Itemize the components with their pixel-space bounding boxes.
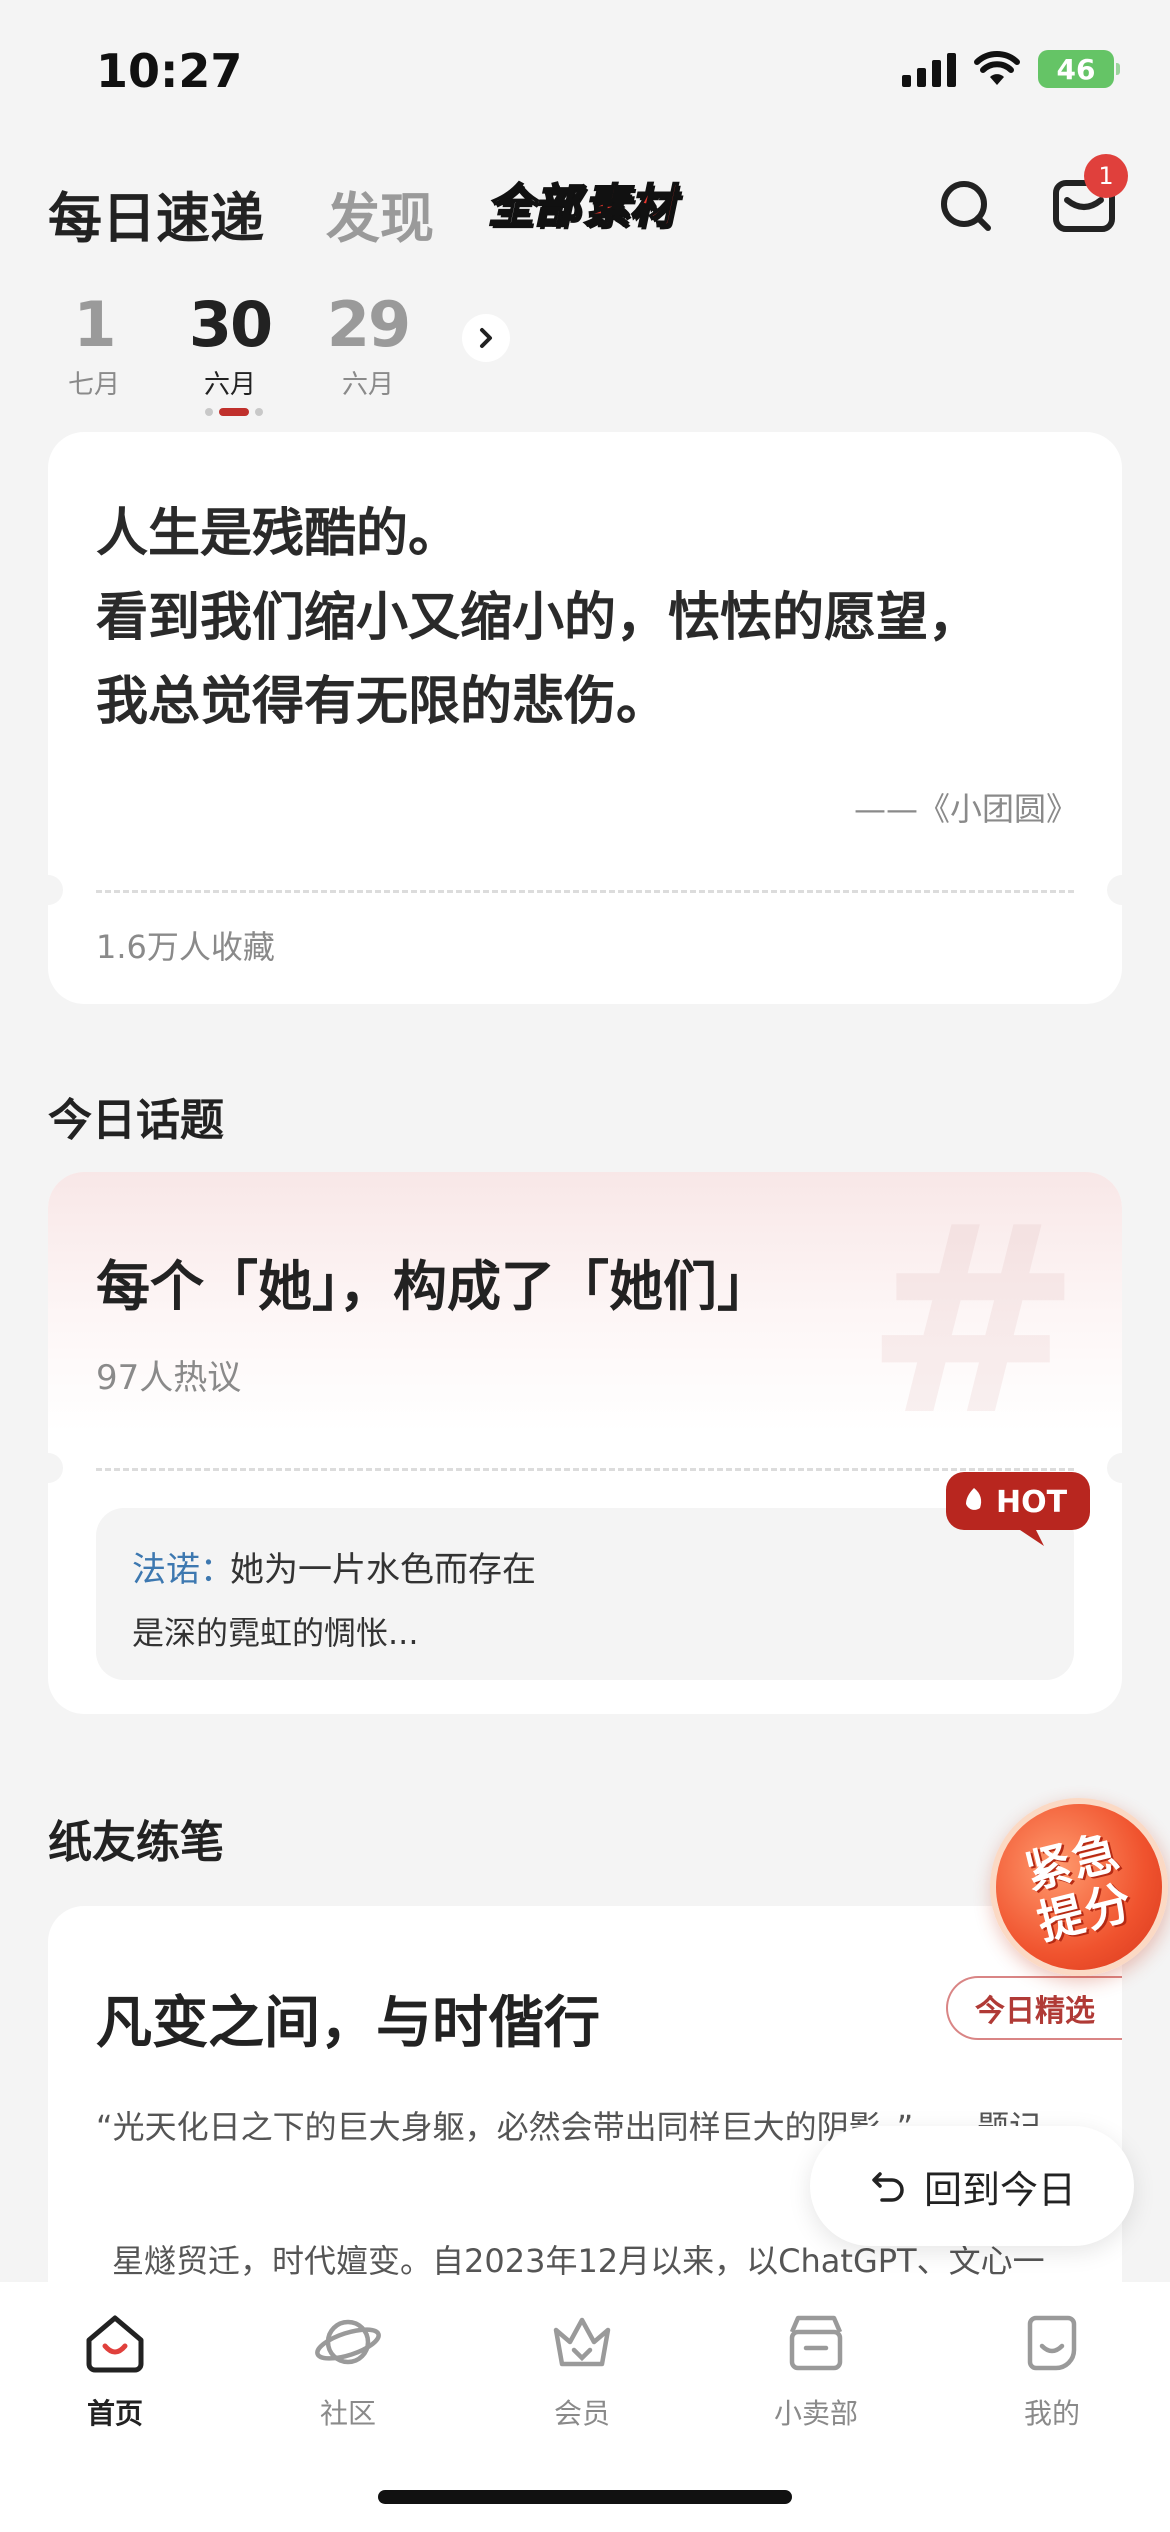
comment-text: 她为一片水色而存在 [230, 1550, 536, 1590]
tab-label: 我的 [1023, 2397, 1080, 2430]
hot-label: HOT [996, 1485, 1068, 1520]
tab-label: 首页 [86, 2397, 143, 2430]
date-selector: 1 七月 30 六月 29 六月 [0, 290, 1170, 420]
back-to-today-button[interactable]: 回到今日 [810, 2126, 1134, 2246]
tab-discover[interactable]: 发现 [326, 174, 434, 253]
search-button[interactable] [928, 168, 1004, 244]
card-notch [1107, 1453, 1122, 1483]
tab-label: 会员 [553, 2397, 610, 2430]
wifi-icon [974, 51, 1020, 85]
quote-line: 我总觉得有无限的悲伤。 [96, 671, 669, 732]
section-title-practice: 纸友练笔 [48, 1817, 224, 1868]
hot-badge: HOT [946, 1472, 1090, 1546]
notification-badge: 1 [1084, 154, 1128, 198]
divider [96, 1468, 1074, 1471]
tab-community[interactable]: 社区 [268, 2306, 428, 2432]
profile-icon [1027, 2315, 1077, 2371]
next-dates-button[interactable] [462, 314, 510, 362]
planet-icon [315, 2319, 381, 2365]
tab-membership[interactable]: 会员 [502, 2306, 662, 2432]
date-month: 六月 [341, 370, 394, 400]
hash-icon: # [864, 1172, 1082, 1473]
undo-icon [872, 2172, 904, 2202]
tab-label: 小卖部 [773, 2397, 858, 2430]
home-icon [86, 2315, 144, 2373]
back-to-today-label: 回到今日 [923, 2167, 1076, 2212]
cellular-signal-icon [902, 51, 956, 87]
date-day: 29 [326, 288, 411, 361]
tab-label: 社区 [319, 2397, 376, 2430]
quote-line: 人生是残酷的。 [96, 503, 461, 564]
status-icons: 46 [902, 50, 1120, 88]
section-title-topic: 今日话题 [48, 1095, 224, 1146]
tab-daily-express[interactable]: 每日速递 [48, 174, 264, 253]
battery-level: 46 [1056, 52, 1096, 86]
date-day: 30 [188, 288, 273, 361]
inbox-button[interactable]: 1 [1046, 154, 1128, 244]
comment-author[interactable]: 法诺： [132, 1542, 234, 1591]
topic-title: 每个「她」，构成了「她们」 [96, 1254, 771, 1318]
date-item[interactable]: 1 七月 [44, 290, 144, 401]
card-notch [48, 875, 63, 905]
tab-home[interactable]: 首页 [35, 2306, 195, 2432]
divider [96, 890, 1074, 893]
battery-icon: 46 [1038, 50, 1120, 88]
practice-title: 凡变之间，与时偕行 [96, 1990, 600, 2056]
comment-text: 是深的霓虹的惆怅... [132, 1614, 419, 1652]
topic-card[interactable]: # 每个「她」，构成了「她们」 97人热议 法诺： 她为一片水色而存在 是深的霓… [48, 1172, 1122, 1714]
status-bar: 10:27 46 [0, 0, 1170, 150]
date-day: 1 [73, 288, 116, 361]
daily-quote-card[interactable]: 人生是残酷的。 看到我们缩小又缩小的，怯怯的愿望， 我总觉得有无限的悲伤。 ——… [48, 432, 1122, 1004]
top-nav: 每日速递 发现 全部 素材 1 [0, 154, 1170, 260]
date-item-selected[interactable]: 30 六月 [180, 290, 280, 401]
status-time: 10:27 [96, 44, 243, 98]
today-pick-tag: 今日精选 [946, 1976, 1122, 2040]
save-count: 1.6万人收藏 [96, 928, 275, 966]
hot-comment[interactable]: 法诺： 她为一片水色而存在 是深的霓虹的惆怅... [96, 1508, 1074, 1680]
tab-shop[interactable]: 小卖部 [736, 2306, 896, 2432]
tab-profile[interactable]: 我的 [972, 2306, 1132, 2432]
materials-logo-part1: 全部 [485, 178, 590, 234]
card-notch [1107, 875, 1122, 905]
all-materials-logo[interactable]: 全部 素材 [483, 170, 689, 236]
quote-text: 人生是残酷的。 看到我们缩小又缩小的，怯怯的愿望， 我总觉得有无限的悲伤。 [96, 492, 1074, 744]
date-month: 六月 [203, 370, 256, 400]
discussion-count: 97人热议 [96, 1358, 242, 1398]
quote-line: 看到我们缩小又缩小的，怯怯的愿望， [96, 587, 981, 648]
shop-icon [789, 2315, 843, 2371]
crown-icon [553, 2317, 611, 2367]
date-item[interactable]: 29 六月 [318, 290, 418, 401]
home-indicator[interactable] [378, 2490, 792, 2504]
card-notch [48, 1453, 63, 1483]
quote-source: ——《小团圆》 [853, 790, 1078, 828]
materials-logo-part2: 素材 [581, 178, 686, 234]
search-icon [941, 181, 991, 231]
date-month: 七月 [67, 370, 120, 400]
chevron-right-icon [480, 328, 492, 348]
date-page-indicator [205, 408, 263, 416]
